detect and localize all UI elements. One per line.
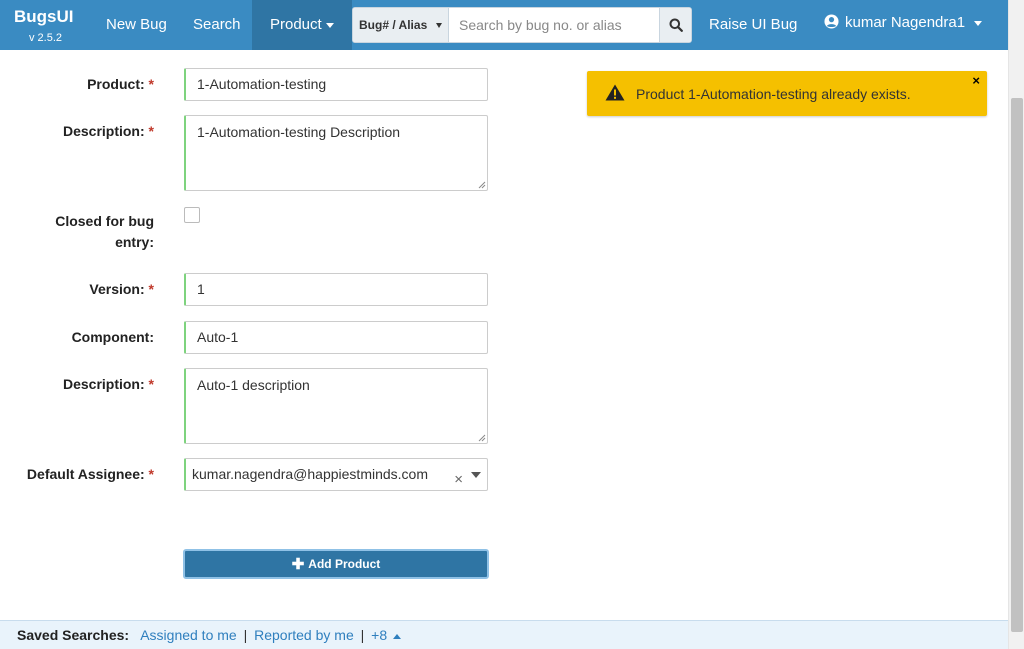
nav-new-bug[interactable]: New Bug <box>106 0 167 50</box>
resize-grip-icon[interactable] <box>478 434 486 442</box>
description-label: Description: * <box>0 121 154 142</box>
top-navbar: BugsUI v 2.5.2 New Bug Search Product Bu… <box>0 0 1008 50</box>
component-description-label-text: Description: <box>62 376 145 392</box>
search-type-select[interactable]: Bug# / Alias <box>353 8 449 42</box>
required-marker: * <box>148 466 154 482</box>
scrollbar-thumb[interactable] <box>1011 98 1023 632</box>
app-version: v 2.5.2 <box>29 32 63 44</box>
saved-search-assigned-to-me[interactable]: Assigned to me <box>140 627 237 643</box>
nav-product-dropdown[interactable]: Product <box>252 0 352 50</box>
nav-search[interactable]: Search <box>193 0 241 50</box>
description-label-text: Description: <box>62 123 145 139</box>
user-name: kumar Nagendra1 <box>845 14 966 31</box>
closed-for-bug-entry-checkbox[interactable] <box>184 207 200 223</box>
component-label: Component: <box>0 327 154 348</box>
user-menu[interactable]: kumar Nagendra1 <box>824 0 983 46</box>
alert-message: Product 1-Automation-testing already exi… <box>636 86 911 102</box>
nav-raise-ui-bug[interactable]: Raise UI Bug <box>709 0 797 50</box>
default-assignee-value: kumar.nagendra@happiestminds.com <box>192 466 429 482</box>
separator: | <box>360 627 365 643</box>
triangle-down-icon <box>436 23 442 28</box>
closed-label-line1: Closed for bug <box>55 213 154 229</box>
vertical-scrollbar[interactable] <box>1008 0 1024 649</box>
component-description-field[interactable]: Auto-1 description <box>184 368 488 444</box>
product-label-text: Product: <box>87 76 145 92</box>
saved-searches-more-count: +8 <box>371 627 388 643</box>
component-description-text: Auto-1 description <box>197 377 310 393</box>
add-product-label: Add Product <box>308 557 381 571</box>
product-description-text: 1-Automation-testing Description <box>197 124 401 140</box>
saved-searches-label: Saved Searches: <box>17 627 130 643</box>
saved-searches-bar: Saved Searches: Assigned to me | Reporte… <box>0 620 1008 649</box>
brand-logo[interactable]: BugsUI <box>14 7 74 27</box>
product-label: Product: * <box>0 74 154 95</box>
separator: | <box>243 627 248 643</box>
resize-grip-icon[interactable] <box>478 181 486 189</box>
caret-down-icon <box>974 20 983 26</box>
required-marker: * <box>148 123 154 139</box>
default-assignee-select[interactable]: kumar.nagendra@happiestminds.com × <box>184 458 488 491</box>
component-description-label: Description: * <box>0 374 154 395</box>
component-field[interactable]: Auto-1 <box>184 321 488 354</box>
version-label-text: Version: <box>89 281 145 297</box>
search-button[interactable] <box>659 8 691 42</box>
version-field[interactable]: 1 <box>184 273 488 306</box>
required-marker: * <box>148 281 154 297</box>
saved-search-reported-by-me[interactable]: Reported by me <box>254 627 354 643</box>
bug-search-input[interactable] <box>449 8 659 42</box>
plus-icon: ✚ <box>291 556 305 573</box>
product-name-field[interactable]: 1-Automation-testing <box>184 68 488 101</box>
add-product-button[interactable]: ✚ Add Product <box>183 549 489 579</box>
nav-product-label: Product <box>270 16 322 33</box>
clear-icon[interactable]: × <box>454 464 463 495</box>
closed-label-line2: entry: <box>115 234 154 250</box>
closed-for-bug-entry-label: Closed for bug entry: <box>0 211 154 253</box>
caret-down-icon <box>325 22 334 28</box>
version-label: Version: * <box>0 279 154 300</box>
close-icon[interactable]: × <box>972 73 980 88</box>
required-marker: * <box>148 76 154 92</box>
default-assignee-label-text: Default Assignee: <box>26 466 145 482</box>
product-description-field[interactable]: 1-Automation-testing Description <box>184 115 488 191</box>
user-circle-icon <box>824 14 839 29</box>
saved-searches-more[interactable]: +8 <box>371 627 402 643</box>
component-label-text: Component: <box>71 329 154 345</box>
required-marker: * <box>148 376 154 392</box>
search-icon <box>669 18 683 32</box>
dropdown-arrow-icon[interactable] <box>471 472 481 478</box>
default-assignee-label: Default Assignee: * <box>0 464 154 485</box>
warning-alert: Product 1-Automation-testing already exi… <box>587 71 987 116</box>
caret-up-icon <box>393 633 402 639</box>
warning-icon <box>605 84 625 101</box>
bug-search-group: Bug# / Alias <box>352 7 692 43</box>
search-type-label: Bug# / Alias <box>359 18 428 32</box>
